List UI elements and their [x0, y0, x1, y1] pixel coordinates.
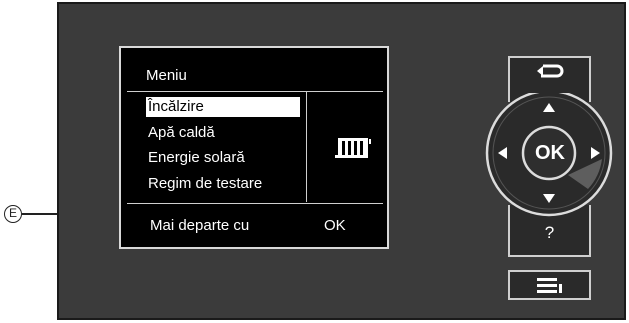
panel-divider [306, 91, 307, 202]
footer-continue-label: Mai departe cu [150, 217, 250, 234]
menu-icon [536, 278, 562, 293]
callout-marker: E [4, 205, 22, 223]
menu-item-energie-solara[interactable]: Energie solară [146, 148, 249, 168]
title-divider [127, 91, 383, 92]
ok-button[interactable]: OK [522, 135, 578, 171]
footer-ok-label: OK [324, 217, 346, 234]
menu-item-incalzire[interactable]: Încălzire [146, 97, 300, 117]
display-screen: Meniu Încălzire Apă caldă Energie solară… [119, 46, 389, 249]
radiator-icon [335, 138, 373, 165]
menu-button[interactable] [508, 270, 591, 300]
footer-divider [127, 203, 383, 204]
menu-item-regim-de-testare[interactable]: Regim de testare [146, 174, 266, 194]
back-arrow-icon [536, 64, 563, 78]
menu-title: Meniu [146, 67, 187, 84]
menu-item-apa-calda[interactable]: Apă caldă [146, 123, 219, 143]
